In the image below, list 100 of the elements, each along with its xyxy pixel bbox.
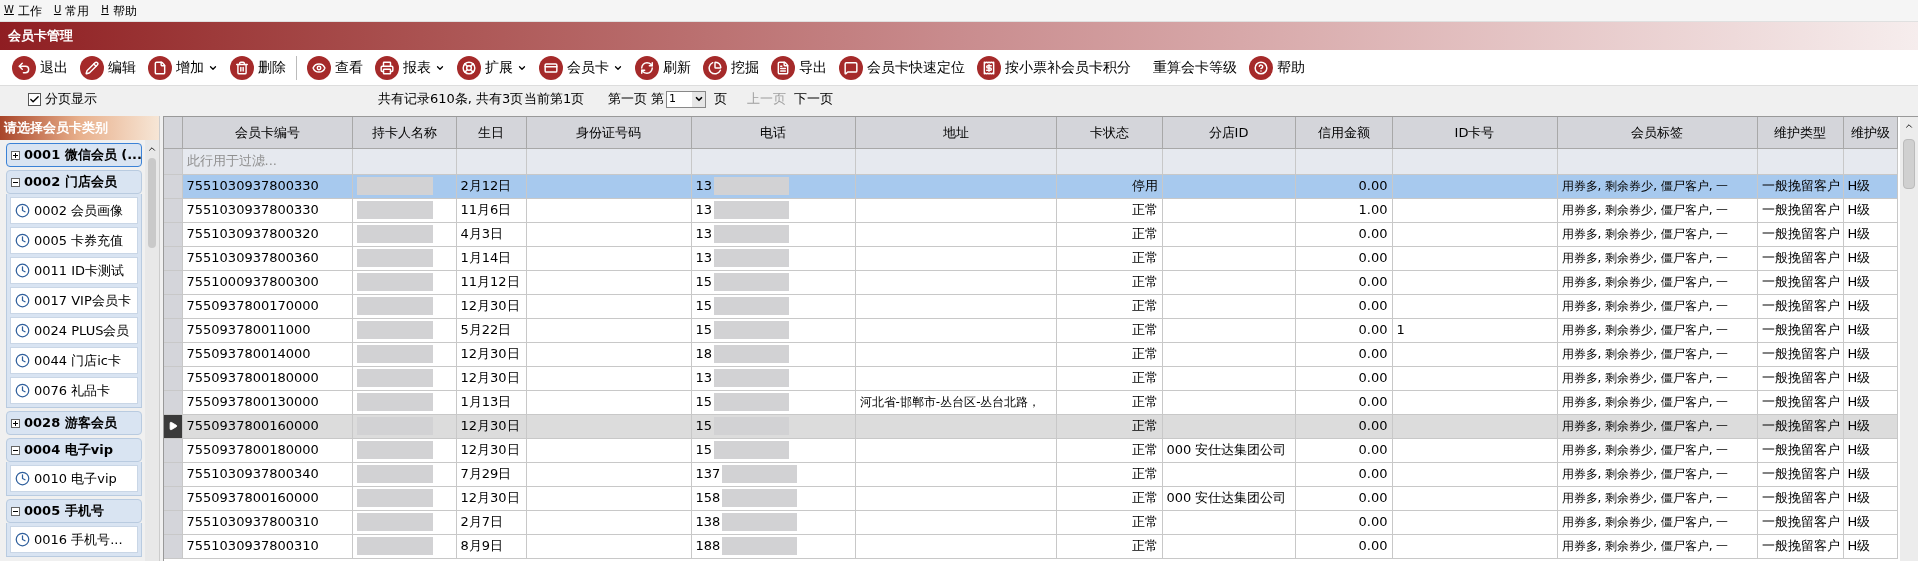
- table-cell: 一般挽留客户: [1761, 490, 1840, 506]
- table-cell: H级: [1847, 394, 1871, 410]
- table-row[interactable]: 7550937800180000 12月30日 13 正常 0.00 用券多, 剩余券少, 僵尸客户, 一 一般挽留客户 H级: [164, 366, 1897, 390]
- category-item[interactable]: 0024 PLUS会员: [10, 317, 138, 344]
- scroll-thumb[interactable]: [1903, 139, 1915, 189]
- table-row[interactable]: 7551030937800340 7月29日 137 正常 0.00 用券多, 剩余券少, 僵尸客户, 一 一般挽留客户 H级: [164, 462, 1897, 486]
- category-group[interactable]: 0001 微信会员 (...: [6, 143, 142, 167]
- category-group[interactable]: 0028 游客会员: [6, 411, 142, 435]
- column-header[interactable]: ID卡号: [1454, 124, 1495, 140]
- table-cell: 一般挽留客户: [1761, 394, 1840, 410]
- category-group[interactable]: 0002 门店会员: [6, 170, 142, 194]
- pie-chart-icon: [703, 55, 727, 80]
- category-item[interactable]: 0017 VIP会员卡: [10, 287, 138, 314]
- toolbar-button[interactable]: 会员卡快速定位: [833, 52, 971, 83]
- category-group[interactable]: 0005 手机号: [6, 499, 142, 523]
- table-row[interactable]: 7551030937800330 11月6日 13 正常 1.00 用券多, 剩余券少, 僵尸客户, 一 一般挽留客户 H级: [164, 198, 1897, 222]
- table-row[interactable]: 7550937800170000 12月30日 15 正常 0.00 用券多, 剩余券少, 僵尸客户, 一 一般挽留客户 H级: [164, 294, 1897, 318]
- column-header[interactable]: 分店ID: [1208, 124, 1249, 140]
- toolbar-button[interactable]: 挖掘: [697, 52, 765, 83]
- category-item[interactable]: 0011 ID卡测试: [10, 257, 138, 284]
- table-row[interactable]: 7550937800130000 1月13日 15 河北省-邯郸市-丛台区-丛台北路， 正常 0.00 用券多, 剩余券少, 僵尸客户, 一 一般挽留客户 H级: [164, 390, 1897, 414]
- next-page-link[interactable]: 下一页: [794, 89, 833, 109]
- table-row[interactable]: 7550937800160000 12月30日 15 正常 0.00 用券多, 剩余券少, 僵尸客户, 一 一般挽留客户 H级: [164, 414, 1897, 438]
- column-header[interactable]: 维护类型: [1774, 124, 1826, 140]
- column-header[interactable]: 信用金额: [1317, 124, 1370, 140]
- table-cell: 一般挽留客户: [1761, 298, 1840, 314]
- document-icon: [771, 55, 795, 80]
- category-item[interactable]: 0005 卡券充值: [10, 227, 138, 254]
- toolbar-button[interactable]: 按小票补会员卡积分: [971, 52, 1137, 83]
- column-header[interactable]: 持卡人名称: [371, 124, 437, 140]
- clock-icon: [15, 233, 30, 248]
- table-cell: 7550937800180000: [186, 370, 319, 386]
- category-group[interactable]: 0004 电子vip: [6, 438, 142, 462]
- scroll-up-icon[interactable]: [1904, 121, 1914, 131]
- toolbar-button[interactable]: 查看: [301, 52, 369, 83]
- toolbar-button[interactable]: 退出: [6, 52, 74, 83]
- table-row[interactable]: 7551030937800320 4月3日 13 正常 0.00 用券多, 剩余券少, 僵尸客户, 一 一般挽留客户 H级: [164, 222, 1897, 246]
- table-cell: 2月7日: [460, 514, 504, 530]
- toolbar-button[interactable]: 刷新: [629, 52, 697, 83]
- toolbar-button[interactable]: 扩展: [451, 52, 533, 83]
- table-cell: 用券多, 剩余券少, 僵尸客户, 一: [1561, 395, 1729, 409]
- category-item[interactable]: 0016 手机号...: [10, 526, 138, 553]
- first-page-link[interactable]: 第一页: [608, 89, 647, 109]
- column-header[interactable]: 卡状态: [1089, 124, 1129, 140]
- toolbar-button[interactable]: 重算会卡等级: [1137, 52, 1243, 83]
- column-header[interactable]: 地址: [942, 124, 969, 140]
- table-cell: 0.00: [1358, 538, 1388, 554]
- table-cell: 一般挽留客户: [1761, 538, 1840, 554]
- page-select[interactable]: 1: [666, 90, 706, 108]
- trash-icon: [230, 55, 254, 80]
- table-cell: 12月30日: [460, 442, 520, 458]
- menu-item[interactable]: U 常用: [53, 1, 90, 20]
- table-cell: 用券多, 剩余券少, 僵尸客户, 一: [1561, 467, 1729, 481]
- toolbar-button[interactable]: 报表: [369, 52, 451, 83]
- table-row[interactable]: 7550937800160000 12月30日 158 正常 000 安仕达集团公司 0.00 用券多, 剩余券少, 僵尸客户, 一 一般挽留客户 H级: [164, 486, 1897, 510]
- column-header[interactable]: 身份证号码: [576, 124, 641, 140]
- table-cell: 用券多, 剩余券少, 僵尸客户, 一: [1561, 203, 1729, 217]
- table-cell: 用券多, 剩余券少, 僵尸客户, 一: [1561, 227, 1729, 241]
- toolbar-button[interactable]: 会员卡: [533, 52, 629, 83]
- toolbar-button[interactable]: 导出: [765, 52, 833, 83]
- table-row[interactable]: 755093780014000 12月30日 18 正常 0.00 用券多, 剩余券少, 僵尸客户, 一 一般挽留客户 H级: [164, 342, 1897, 366]
- table-cell: 7551030937800320: [186, 226, 319, 242]
- scrollbar[interactable]: [1900, 117, 1918, 561]
- column-header[interactable]: 维护级: [1850, 124, 1890, 140]
- toolbar-button[interactable]: 增加: [142, 52, 224, 83]
- table-row[interactable]: 7551030937800330 2月12日 13 停用 0.00 用券多, 剩余券少, 僵尸客户, 一 一般挽留客户 H级: [164, 174, 1897, 198]
- category-item[interactable]: 0002 会员画像: [10, 197, 138, 224]
- card-icon: [539, 55, 563, 80]
- scrollbar[interactable]: [145, 140, 159, 561]
- category-item[interactable]: 0076 礼品卡: [10, 377, 138, 404]
- table-cell: 7551030937800310: [186, 514, 319, 530]
- column-header[interactable]: 生日: [478, 124, 504, 140]
- table-row[interactable]: 755093780011000 5月22日 15 正常 0.00 1 用券多, 剩余券少, 僵尸客户, 一 一般挽留客户 H级: [164, 318, 1897, 342]
- menu-item[interactable]: W 工作: [4, 1, 42, 20]
- table-cell: 0.00: [1358, 226, 1388, 242]
- dropdown-icon: [692, 91, 705, 107]
- table-row[interactable]: 7551030937800310 2月7日 138 正常 0.00 用券多, 剩余券少, 僵尸客户, 一 一般挽留客户 H级: [164, 510, 1897, 534]
- column-header[interactable]: 电话: [760, 124, 786, 140]
- category-item[interactable]: 0044 门店ic卡: [10, 347, 138, 374]
- toolbar-button[interactable]: 帮助: [1243, 52, 1311, 83]
- menu-item[interactable]: H 帮助: [101, 1, 137, 20]
- scroll-thumb[interactable]: [148, 158, 156, 248]
- column-header[interactable]: 会员标签: [1631, 124, 1683, 140]
- table-cell: 0.00: [1358, 490, 1388, 506]
- chat-icon: [839, 55, 863, 80]
- category-item[interactable]: 0010 电子vip: [10, 465, 138, 492]
- table-cell: 正常: [1131, 442, 1158, 458]
- table-cell: 正常: [1131, 274, 1158, 290]
- table-row[interactable]: 7551000937800300 11月12日 15 正常 0.00 用券多, 剩余券少, 僵尸客户, 一 一般挽留客户 H级: [164, 270, 1897, 294]
- paging-checkbox[interactable]: 分页显示: [28, 89, 378, 109]
- clock-icon: [15, 471, 30, 486]
- table-row[interactable]: 7551030937800310 8月9日 188 正常 0.00 用券多, 剩余券少, 僵尸客户, 一 一般挽留客户 H级: [164, 534, 1897, 558]
- toolbar-button[interactable]: 编辑: [74, 52, 142, 83]
- column-header[interactable]: 会员卡编号: [234, 124, 300, 140]
- check-icon: [29, 93, 40, 105]
- table-row[interactable]: 7550937800180000 12月30日 15 正常 000 安仕达集团公司 0.00 用券多, 剩余券少, 僵尸客户, 一 一般挽留客户 H级: [164, 438, 1897, 462]
- scroll-up-icon[interactable]: [147, 144, 157, 154]
- collapse-icon: [11, 506, 20, 516]
- table-row[interactable]: 7551030937800360 1月14日 13 正常 0.00 用券多, 剩余券少, 僵尸客户, 一 一般挽留客户 H级: [164, 246, 1897, 270]
- toolbar-button[interactable]: 删除: [224, 52, 292, 83]
